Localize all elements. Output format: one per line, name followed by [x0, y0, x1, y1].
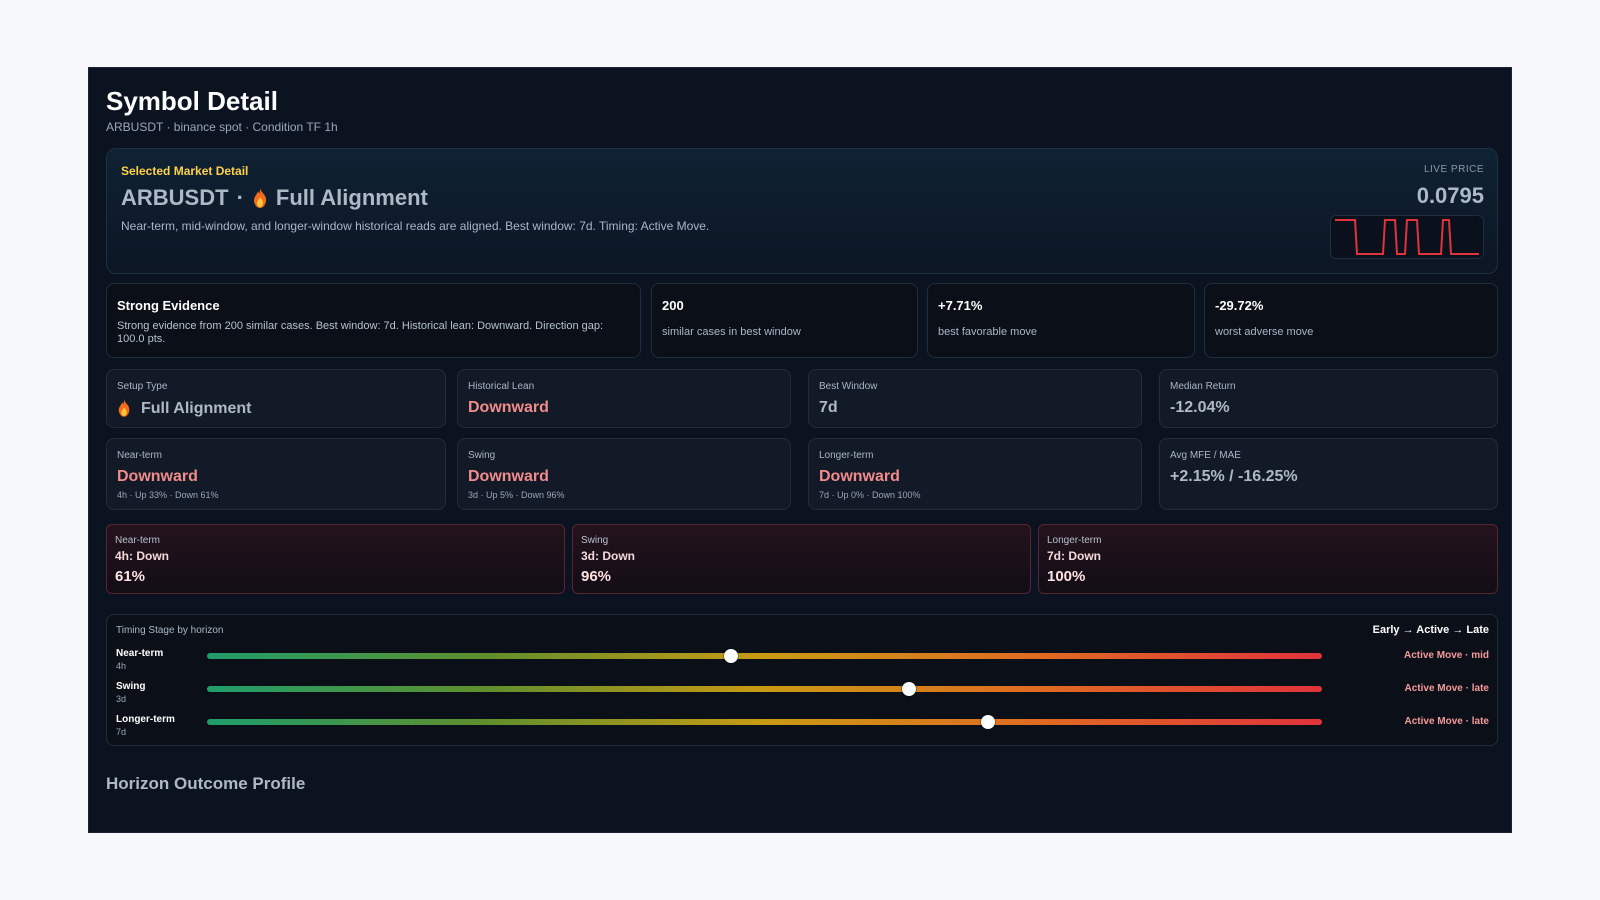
evidence-description: Strong evidence from 200 similar cases. …	[117, 320, 604, 345]
metric-avg-mfe-mae: Avg MFE / MAE +2.15% / -16.25%	[1159, 438, 1498, 510]
metric-value: -12.04%	[1170, 399, 1230, 416]
horizon-direction: 3d: Down	[581, 549, 635, 563]
stat-card-worst-move: -29.72% worst adverse move	[1204, 283, 1498, 358]
metric-value: 7d	[819, 399, 838, 416]
stat-label: best favorable move	[938, 326, 1038, 338]
timing-row-name: Near-term	[116, 648, 164, 659]
horizon-card-swing: Swing 3d: Down 96%	[572, 524, 1031, 594]
timing-marker	[724, 649, 739, 663]
metric-label: Best Window	[819, 381, 878, 392]
live-price-label: LIVE PRICE	[1423, 164, 1484, 175]
timing-row-horizon: 3d	[116, 694, 127, 704]
metric-value: Downward	[117, 468, 198, 485]
timing-stage-label: Active Move · late	[1404, 716, 1489, 727]
metric-near-term: Near-term Downward 4h · Up 33% · Down 61…	[106, 438, 446, 510]
price-sparkline	[1330, 215, 1484, 259]
metric-setup-type: Setup Type Full Alignment	[106, 369, 446, 428]
stat-value: 200	[662, 298, 684, 313]
metric-label: Historical Lean	[468, 381, 535, 392]
horizon-direction: 7d: Down	[1047, 549, 1101, 563]
flame-icon	[117, 399, 133, 419]
setup-name: Full Alignment	[275, 185, 428, 210]
timing-row-swing: Swing 3d Active Move · late	[107, 681, 1497, 711]
timing-row-near-term: Near-term 4h Active Move · mid	[107, 648, 1497, 678]
metric-value: Downward	[819, 468, 900, 485]
market-symbol: ARBUSDT	[121, 185, 229, 210]
timing-row-name: Longer-term	[116, 714, 175, 725]
metric-label: Swing	[468, 450, 496, 461]
stat-card-best-move: +7.71% best favorable move	[927, 283, 1195, 358]
metric-detail: 3d · Up 5% · Down 96%	[468, 490, 565, 500]
metric-label: Setup Type	[117, 381, 168, 392]
timing-marker	[902, 682, 917, 696]
stat-value: +7.71%	[938, 298, 983, 313]
metric-value: Downward	[468, 399, 549, 416]
stat-value: -29.72%	[1215, 298, 1264, 313]
timing-row-horizon: 4h	[116, 661, 127, 671]
metric-historical-lean: Historical Lean Downward	[457, 369, 791, 428]
horizon-card-near-term: Near-term 4h: Down 61%	[106, 524, 565, 594]
flame-icon	[252, 188, 268, 208]
metric-longer-term: Longer-term Downward 7d · Up 0% · Down 1…	[808, 438, 1142, 510]
metric-swing: Swing Downward 3d · Up 5% · Down 96%	[457, 438, 791, 510]
horizon-label: Near-term	[115, 535, 161, 546]
stat-label: similar cases in best window	[662, 326, 801, 338]
stat-card-similar-cases: 200 similar cases in best window	[651, 283, 918, 358]
metric-label: Near-term	[117, 450, 163, 461]
timing-stage-panel: Timing Stage by horizon Early → Active →…	[106, 614, 1498, 746]
metric-value: Full Alignment	[117, 399, 252, 419]
timing-stage-label: Active Move · late	[1404, 683, 1489, 694]
timing-track	[207, 682, 1322, 696]
evidence-card: Strong Evidence Strong evidence from 200…	[106, 283, 641, 358]
horizon-card-longer-term: Longer-term 7d: Down 100%	[1038, 524, 1498, 594]
selected-market-label: Selected Market Detail	[121, 164, 249, 178]
page-title: Symbol Detail	[106, 86, 278, 116]
setup-type-value: Full Alignment	[141, 400, 252, 417]
metric-median-return: Median Return -12.04%	[1159, 369, 1498, 428]
stat-label: worst adverse move	[1215, 326, 1314, 338]
evidence-stats-row: Strong Evidence Strong evidence from 200…	[106, 283, 1498, 359]
page-subtitle: ARBUSDT · binance spot · Condition TF 1h	[106, 120, 338, 134]
horizon-percent: 61%	[115, 568, 146, 585]
metric-value: +2.15% / -16.25%	[1170, 468, 1298, 485]
timing-marker	[980, 715, 995, 729]
horizon-direction: 4h: Down	[115, 549, 169, 563]
metric-detail: 7d · Up 0% · Down 100%	[819, 490, 921, 500]
heading-separator: ·	[236, 185, 244, 210]
evidence-title: Strong Evidence	[117, 298, 220, 313]
metric-label: Median Return	[1170, 381, 1236, 392]
timing-track	[207, 715, 1322, 729]
timing-stage-label: Active Move · mid	[1403, 650, 1489, 661]
timing-row-longer-term: Longer-term 7d Active Move · late	[107, 714, 1497, 744]
live-price-value: 0.0795	[1416, 183, 1484, 208]
selected-market-card: Selected Market Detail ARBUSDT · Full Al…	[106, 148, 1498, 274]
symbol-detail-panel: Symbol Detail ARBUSDT · binance spot · C…	[88, 67, 1512, 833]
horizon-percent: 100%	[1047, 568, 1086, 585]
timing-heading: Timing Stage by horizon	[116, 625, 224, 636]
market-description: Near-term, mid-window, and longer-window…	[121, 219, 710, 233]
metric-best-window: Best Window 7d	[808, 369, 1142, 428]
horizon-percent: 96%	[581, 568, 612, 585]
metric-value: Downward	[468, 468, 549, 485]
timing-row-horizon: 7d	[116, 727, 127, 737]
horizon-label: Swing	[581, 535, 609, 546]
metric-label: Longer-term	[819, 450, 874, 461]
market-heading: ARBUSDT · Full Alignment	[121, 185, 428, 211]
timing-track	[207, 649, 1322, 663]
sparkline-path	[1335, 219, 1479, 255]
timing-row-name: Swing	[116, 681, 146, 692]
horizon-label: Longer-term	[1047, 535, 1102, 546]
metric-label: Avg MFE / MAE	[1170, 450, 1241, 461]
timing-legend: Early → Active → Late	[1372, 624, 1489, 636]
metric-detail: 4h · Up 33% · Down 61%	[117, 490, 219, 500]
section-title: Horizon Outcome Profile	[106, 774, 306, 793]
